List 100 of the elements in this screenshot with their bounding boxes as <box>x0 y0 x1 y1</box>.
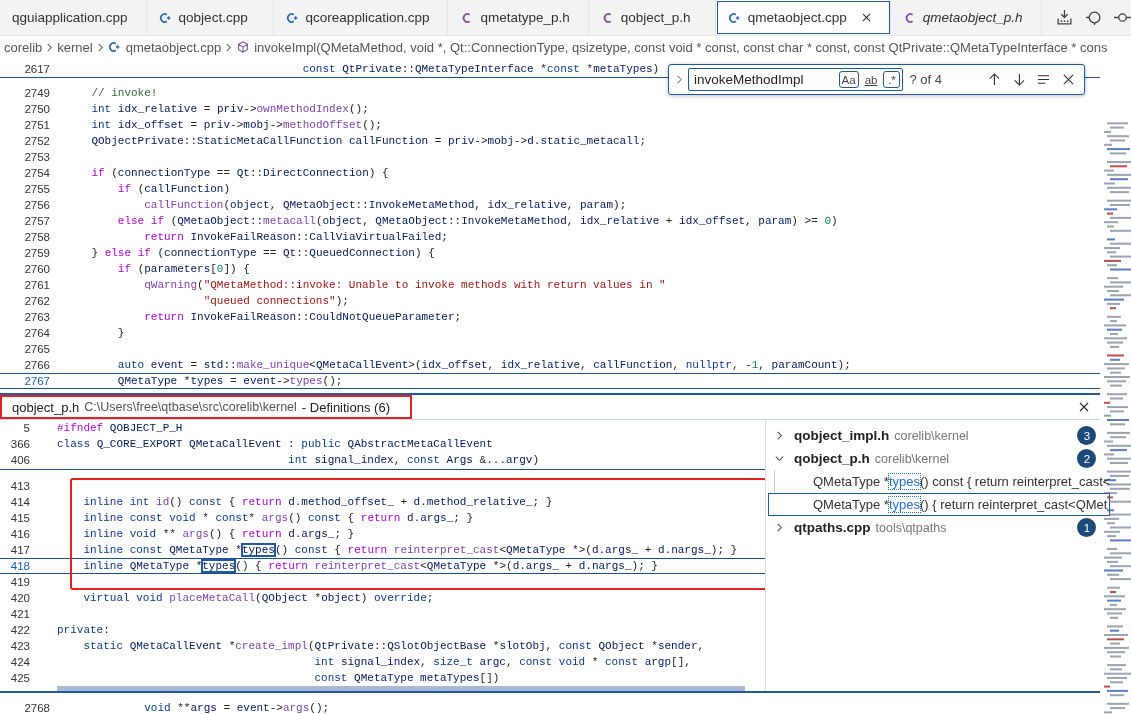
peek-file-path: C:\Users\free\qtbase\src\corelib\kernel <box>84 400 297 414</box>
line-number: 366 <box>9 438 31 450</box>
line-number: 417 <box>9 544 31 556</box>
cube-icon <box>236 40 251 54</box>
code-line: const QMetaType metaTypes[]) <box>313 672 500 684</box>
tray-icon[interactable] <box>1055 9 1073 26</box>
line-number: 2760 <box>23 263 51 275</box>
code-line: int idx_relative = priv->ownMethodIndex(); <box>90 103 369 115</box>
code-line: inline int id() const { return d.method_offset_ + d.method_relative_; } <box>82 496 553 508</box>
line-number: 2756 <box>23 199 51 211</box>
line-number: 2767 <box>23 375 51 387</box>
close-icon[interactable] <box>860 12 872 23</box>
line-number: 425 <box>9 672 31 684</box>
search-field[interactable]: invokeMethodImpl Aa ab .* <box>687 68 904 91</box>
line-number: 2750 <box>23 103 51 115</box>
code-line: qWarning("QMetaMethod::invoke: Unable to invoke methods with return values in " <box>143 279 666 291</box>
line-number: 2764 <box>23 327 51 339</box>
code-line: int signal_index, const Args &...argv) <box>287 454 539 466</box>
code-line: #ifndef QOBJECT_P_H <box>57 422 183 434</box>
chevron-icon <box>225 41 233 53</box>
code-line: private: <box>57 624 110 636</box>
code-line: } <box>116 327 125 339</box>
cpp-file-icon <box>285 10 300 25</box>
cpp-file-icon <box>158 10 173 25</box>
line-number: 2759 <box>23 247 51 259</box>
line-number: 420 <box>9 592 31 604</box>
cpp-file-icon <box>107 40 122 54</box>
code-line: int signal_index, size_t argc, const void * const argp[], <box>313 656 691 668</box>
line-number: 414 <box>9 496 31 508</box>
editor-tab[interactable]: qobject_p.h <box>588 0 716 35</box>
code-line: auto event = std::make_unique<QMetaCallEvent>(idx_offset, idx_relative, callFunction, nullptr, -1, paramCount); <box>116 359 851 371</box>
chevron-icon[interactable] <box>675 73 684 86</box>
line-number: 2758 <box>23 231 51 243</box>
line-number: 406 <box>9 454 31 466</box>
peek-file-name: qobject_p.h <box>12 399 80 415</box>
peek-title: - Definitions (6) <box>301 399 390 415</box>
option-toggle[interactable]: Aa <box>838 71 859 88</box>
code-line: else if (QMetaObject::metacall(object, QMetaObject::InvokeMetaMethod, idx_relative + idx_offset, param) >= 0) <box>116 215 838 227</box>
lines-icon[interactable] <box>1036 72 1052 87</box>
close-icon[interactable] <box>1061 72 1076 87</box>
line-number: 2752 <box>23 135 51 147</box>
line-number: 2757 <box>23 215 51 227</box>
chevron-icon <box>774 430 785 441</box>
code-line: inline void ** args() { return d.args_; } <box>82 528 355 540</box>
line-number: 2753 <box>23 151 51 163</box>
code-line: } else if (connectionType == Qt::QueuedConnection) { <box>90 247 435 259</box>
code-line: int idx_offset = priv->mobj->methodOffset(); <box>90 119 382 131</box>
code-line: inline const void * const* args() const { return d.args_; } <box>82 512 474 524</box>
close-icon[interactable] <box>1078 401 1090 413</box>
option-toggle[interactable]: .* <box>883 71 901 88</box>
line-number: 415 <box>9 512 31 524</box>
option-toggle[interactable]: ab <box>861 71 881 88</box>
count-badge: 1 <box>1077 518 1097 537</box>
line-number: 421 <box>9 608 31 620</box>
code-line: if (parameters[0]) { <box>116 263 250 275</box>
line-number: 2749 <box>23 87 51 99</box>
reference-item[interactable]: QMetaType *types() { return reinterpret_cast<QMet <box>768 493 1111 516</box>
breadcrumb-item[interactable]: invokeImpl(QMetaMethod, void *, Qt::ConnectionType, qsizetype, const void * const, const char * const, const QtPrivate::QMetaTypeInterface * cons <box>254 39 1108 55</box>
line-number: 419 <box>9 576 31 588</box>
editor-tab[interactable]: qguiapplication.cpp <box>0 0 147 35</box>
code-line: QObjectPrivate::StaticMetaCallFunction callFunction = priv->mobj->d.static_metacall; <box>90 135 647 147</box>
editor-tab[interactable]: qobject.cpp <box>146 0 274 35</box>
breadcrumb-item[interactable]: kernel <box>57 39 93 55</box>
line-number: 424 <box>9 656 31 668</box>
line-number: 5 <box>22 422 31 434</box>
line-number: 2762 <box>23 295 51 307</box>
line-number: 2768 <box>23 702 51 714</box>
line-number: 2766 <box>23 359 51 371</box>
line-number: 2755 <box>23 183 51 195</box>
line-number: 2751 <box>23 119 51 131</box>
line-number: 2765 <box>23 343 51 355</box>
line-number: 2754 <box>23 167 51 179</box>
editor-tab[interactable]: qcoreapplication.cpp <box>273 0 449 35</box>
match-count: ? of 4 <box>909 72 943 87</box>
reference-file[interactable]: qtpaths.cpp tools\qtpaths 1 <box>766 516 1111 539</box>
code-line: inline const QMetaType *types() const { return reinterpret_cast<QMetaType *>(d.args_ + d.nargs_); } <box>82 544 738 556</box>
reference-file[interactable]: qobject_impl.h corelib\kernel 3 <box>766 424 1111 447</box>
line-number: 413 <box>9 480 31 492</box>
editor-tab[interactable]: qmetaobject_p.h <box>890 0 1042 35</box>
editor-tab[interactable]: qmetatype_p.h <box>448 0 589 35</box>
count-badge: 2 <box>1077 449 1097 468</box>
code-line: callFunction(object, QMetaObject::InvokeMetaMethod, idx_relative, param); <box>143 199 627 211</box>
line-number: 416 <box>9 528 31 540</box>
breadcrumb-item[interactable]: qmetaobject.cpp <box>125 39 222 55</box>
code-line: class Q_CORE_EXPORT QMetaCallEvent : public QAbstractMetaCallEvent <box>57 438 493 450</box>
code-line: "queued connections"); <box>202 295 349 307</box>
code-line: inline QMetaType *types() { return reinterpret_cast<QMetaType *>(d.args_ + d.nargs_); } <box>82 560 658 572</box>
line-number: 2617 <box>23 63 51 75</box>
code-line: // invoke! <box>90 87 158 99</box>
chevron-icon <box>96 41 104 53</box>
chevron-icon <box>774 522 785 533</box>
editor-tab[interactable]: qmetaobject.cpp <box>715 0 891 35</box>
line-number: 422 <box>9 624 31 636</box>
reference-file[interactable]: qobject_p.h corelib\kernel 2 <box>766 447 1111 470</box>
history-icon[interactable] <box>1084 9 1102 26</box>
cpp-file-icon <box>727 10 742 25</box>
breadcrumb-item[interactable]: corelib <box>4 39 43 55</box>
code-line: QMetaType *types = event->types(); <box>116 375 343 387</box>
line-number: 423 <box>9 640 31 652</box>
code-line: if (connectionType == Qt::DirectConnection) { <box>90 167 389 179</box>
